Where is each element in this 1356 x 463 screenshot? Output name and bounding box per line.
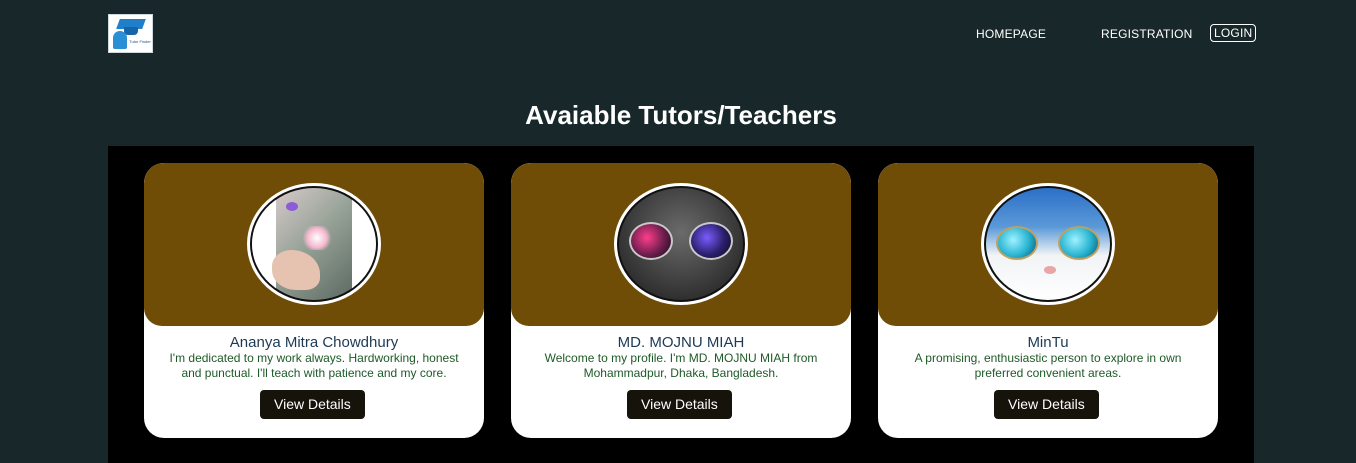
tutor-name: MinTu: [1027, 334, 1069, 351]
logo-text: Tutor Finder: [129, 39, 151, 44]
site-logo[interactable]: Tutor Finder: [108, 14, 153, 53]
tutors-panel: Ananya Mitra Chowdhury I'm dedicated to …: [108, 146, 1254, 463]
view-details-button[interactable]: View Details: [260, 390, 365, 419]
avatar-image: [984, 186, 1112, 302]
view-details-button[interactable]: View Details: [627, 390, 732, 419]
tutor-description: I'm dedicated to my work always. Hardwor…: [169, 351, 459, 380]
tutor-avatar: [981, 183, 1115, 305]
view-details-button[interactable]: View Details: [994, 390, 1099, 419]
tutor-avatar: [247, 183, 381, 305]
tutor-name: Ananya Mitra Chowdhury: [229, 334, 399, 351]
tutor-card: MD. MOJNU MIAH Welcome to my profile. I'…: [511, 163, 851, 438]
top-navigation-bar: Tutor Finder HOMEPAGE REGISTRATION LOGIN: [0, 0, 1356, 66]
nav-homepage-link[interactable]: HOMEPAGE: [976, 27, 1046, 41]
avatar-image: [617, 186, 745, 302]
nav-registration-link[interactable]: REGISTRATION: [1101, 27, 1193, 41]
tutor-description: Welcome to my profile. I'm MD. MOJNU MIA…: [544, 351, 818, 380]
tutor-avatar: [614, 183, 748, 305]
tutor-name: MD. MOJNU MIAH: [617, 334, 745, 351]
nav-login-button[interactable]: LOGIN: [1210, 24, 1257, 42]
tutor-card: MinTu A promising, enthusiastic person t…: [878, 163, 1218, 438]
person-icon: [113, 31, 127, 49]
page-heading: Avaiable Tutors/Teachers: [525, 100, 837, 130]
tutor-card: Ananya Mitra Chowdhury I'm dedicated to …: [144, 163, 484, 438]
avatar-image: [250, 186, 378, 302]
tutor-description: A promising, enthusiastic person to expl…: [914, 351, 1182, 380]
